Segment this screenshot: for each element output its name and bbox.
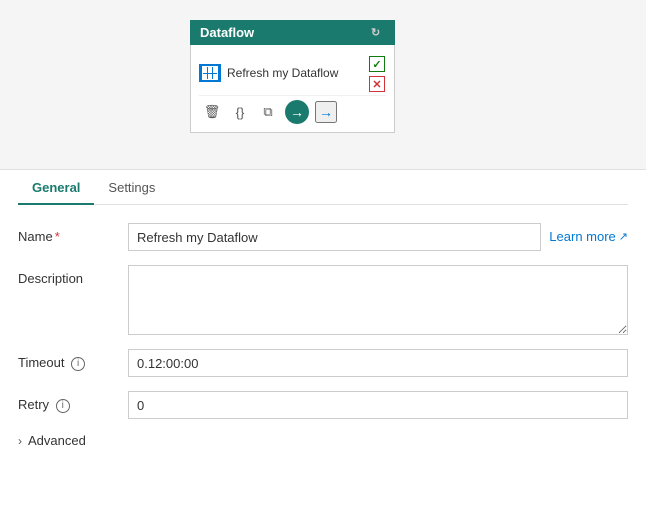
external-link-icon: ↗ bbox=[619, 230, 628, 243]
name-row: Name* Learn more ↗ bbox=[18, 223, 628, 251]
retry-row: Retry i bbox=[18, 391, 628, 419]
description-label: Description bbox=[18, 265, 118, 286]
learn-more-link[interactable]: Learn more ↗ bbox=[549, 223, 628, 244]
name-input[interactable] bbox=[128, 223, 541, 251]
canvas-area: Dataflow ↻ Re bbox=[0, 0, 646, 170]
timeout-control-wrap bbox=[128, 349, 628, 377]
status-check-icon: ✓ bbox=[369, 56, 385, 72]
code-button[interactable]: {} bbox=[229, 101, 251, 123]
name-required: * bbox=[55, 229, 60, 244]
node-container: Dataflow ↻ Re bbox=[190, 20, 395, 133]
tab-settings[interactable]: Settings bbox=[94, 170, 169, 205]
status-column: ✓ ✕ bbox=[368, 54, 386, 92]
refresh-icon[interactable]: ↻ bbox=[371, 26, 385, 40]
name-control-wrap: Learn more ↗ bbox=[128, 223, 628, 251]
description-textarea[interactable] bbox=[128, 265, 628, 335]
retry-info-icon[interactable]: i bbox=[56, 399, 70, 413]
form-area: General Settings Name* Learn more ↗ Desc… bbox=[0, 170, 646, 466]
retry-label: Retry i bbox=[18, 391, 118, 413]
status-error-icon: ✕ bbox=[369, 76, 385, 92]
node-header: Dataflow ↻ bbox=[190, 20, 395, 45]
delete-button[interactable]: 🗑 bbox=[201, 101, 223, 123]
timeout-row: Timeout i bbox=[18, 349, 628, 377]
navigate-button[interactable]: → bbox=[315, 101, 337, 123]
tab-general[interactable]: General bbox=[18, 170, 94, 205]
action-row: Refresh my Dataflow ✓ ✕ bbox=[199, 51, 386, 96]
description-control-wrap bbox=[128, 265, 628, 335]
retry-control-wrap bbox=[128, 391, 628, 419]
advanced-label: Advanced bbox=[28, 433, 86, 448]
retry-input[interactable] bbox=[128, 391, 628, 419]
timeout-input[interactable] bbox=[128, 349, 628, 377]
node-action-label: Refresh my Dataflow bbox=[227, 66, 362, 80]
node-toolbar: 🗑 {} ⧉ → → bbox=[199, 96, 386, 126]
node-body: Refresh my Dataflow ✓ ✕ 🗑 {} ⧉ → → bbox=[190, 45, 395, 133]
timeout-info-icon[interactable]: i bbox=[71, 357, 85, 371]
description-row: Description bbox=[18, 265, 628, 335]
node-header-title: Dataflow bbox=[200, 25, 254, 40]
dataflow-icon bbox=[199, 64, 221, 82]
advanced-section[interactable]: › Advanced bbox=[18, 433, 628, 448]
chevron-right-icon: › bbox=[18, 434, 22, 448]
run-button[interactable]: → bbox=[285, 100, 309, 124]
tabs: General Settings bbox=[18, 170, 628, 205]
copy-button[interactable]: ⧉ bbox=[257, 101, 279, 123]
name-label: Name* bbox=[18, 223, 118, 244]
timeout-label: Timeout i bbox=[18, 349, 118, 371]
